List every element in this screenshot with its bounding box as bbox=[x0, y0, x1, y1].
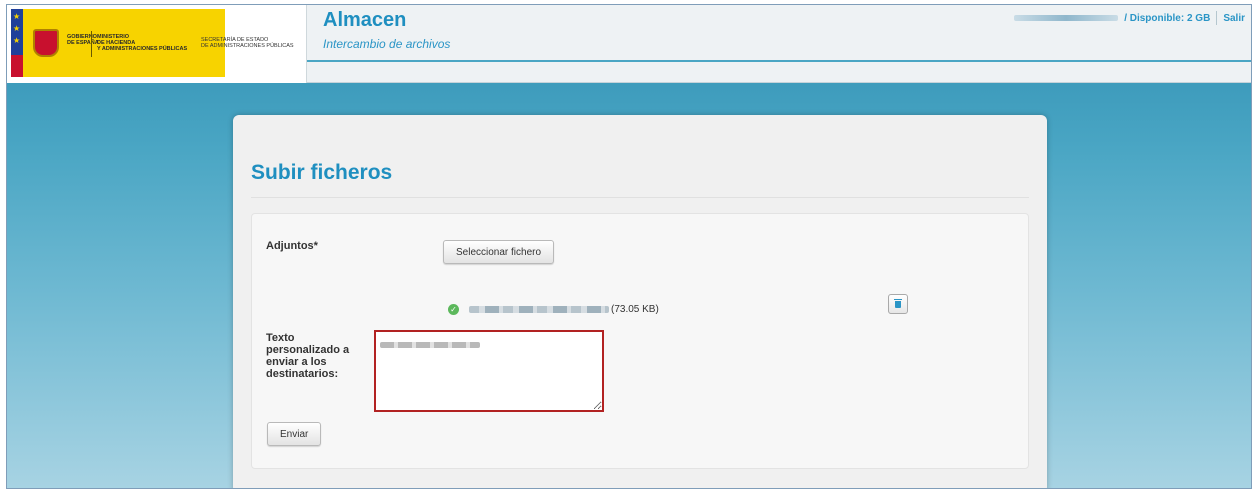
logout-link[interactable]: Salir bbox=[1223, 13, 1245, 24]
message-label-line-2: personalizado a bbox=[266, 344, 350, 356]
user-bar: / Disponible: 2 GB Salir bbox=[1014, 11, 1245, 25]
user-bar-divider bbox=[1216, 11, 1218, 25]
attachments-label: Adjuntos* bbox=[266, 240, 318, 252]
coat-of-arms-icon bbox=[33, 29, 59, 57]
submit-button[interactable]: Enviar bbox=[267, 422, 322, 446]
header: ★ ★ ★ GOBIERNO DE ESPAÑA MINISTERIO DE H… bbox=[7, 5, 1251, 83]
government-logo-area: ★ ★ ★ GOBIERNO DE ESPAÑA MINISTERIO DE H… bbox=[7, 5, 307, 83]
gov-line-2: DE ESPAÑA bbox=[67, 40, 99, 46]
title-divider bbox=[251, 197, 1029, 198]
app-subtitle: Intercambio de archivos bbox=[323, 37, 451, 51]
trash-icon bbox=[894, 298, 902, 308]
file-size: (73.05 KB) bbox=[611, 304, 659, 315]
attached-file: ✓ (73.05 KB) bbox=[448, 304, 659, 315]
government-logo: ★ ★ ★ GOBIERNO DE ESPAÑA MINISTERIO DE H… bbox=[11, 9, 225, 77]
quota-text: / Disponible: 2 GB bbox=[1124, 12, 1211, 24]
upload-form: Adjuntos* Seleccionar fichero ✓ (73.05 K… bbox=[251, 213, 1029, 469]
secretaria-line-2: DE ADMINISTRACIONES PÚBLICAS bbox=[201, 43, 294, 49]
page-title: Subir ficheros bbox=[251, 161, 393, 184]
app-title: Almacen bbox=[323, 9, 407, 31]
secretaria-label: SECRETARÍA DE ESTADO DE ADMINISTRACIONES… bbox=[201, 37, 294, 49]
message-label: Texto personalizado a enviar a los desti… bbox=[266, 332, 366, 380]
ministry-line-3: Y ADMINISTRACIONES PÚBLICAS bbox=[97, 46, 188, 52]
message-label-line-3: enviar a los bbox=[266, 356, 327, 368]
select-file-button[interactable]: Seleccionar fichero bbox=[443, 240, 555, 264]
logo-divider bbox=[91, 31, 92, 57]
app-frame: ★ ★ ★ GOBIERNO DE ESPAÑA MINISTERIO DE H… bbox=[6, 4, 1252, 489]
eu-flag-icon: ★ ★ ★ bbox=[11, 9, 23, 55]
header-divider bbox=[307, 60, 1251, 62]
username-redacted bbox=[1014, 15, 1119, 21]
upload-panel: Subir ficheros Adjuntos* Seleccionar fic… bbox=[233, 115, 1047, 488]
message-label-line-4: destinatarios: bbox=[266, 368, 339, 380]
delete-file-button[interactable] bbox=[888, 294, 908, 314]
message-text-redacted bbox=[380, 342, 480, 348]
file-name-redacted bbox=[469, 306, 609, 313]
spain-flag-icon bbox=[11, 55, 23, 77]
check-circle-icon: ✓ bbox=[448, 304, 459, 315]
message-label-line-1: Texto bbox=[266, 332, 295, 344]
